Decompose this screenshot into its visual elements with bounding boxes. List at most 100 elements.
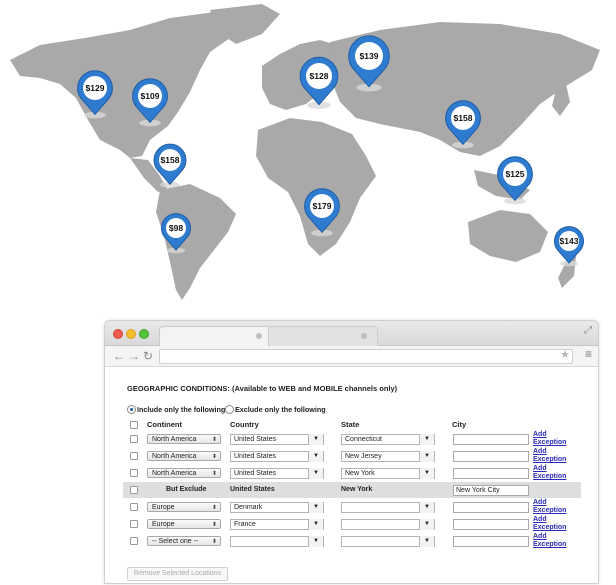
continent-select[interactable]: -- Select one -- ⬍: [147, 536, 221, 546]
column-header-state: State: [341, 420, 360, 429]
dropdown-arrow-icon[interactable]: ▼: [308, 434, 323, 445]
row-checkbox[interactable]: [130, 503, 138, 511]
row-checkbox[interactable]: [130, 435, 138, 443]
tab-close-icon[interactable]: [256, 333, 262, 339]
dropdown-arrow-icon[interactable]: ▼: [308, 519, 323, 530]
select-arrows-icon: ⬍: [211, 505, 217, 511]
browser-tab-inactive[interactable]: [268, 326, 378, 346]
country-combobox[interactable]: United States ▼: [230, 468, 324, 479]
city-input[interactable]: [453, 536, 529, 547]
country-value: United States: [234, 470, 277, 477]
dropdown-arrow-icon[interactable]: ▼: [308, 451, 323, 462]
exclude-radio[interactable]: [225, 405, 234, 414]
city-input[interactable]: [453, 519, 529, 530]
include-radio-label: Include only the following: [137, 405, 226, 414]
dropdown-arrow-icon[interactable]: ▼: [419, 502, 434, 513]
close-window-button[interactable]: [113, 329, 123, 339]
country-combobox[interactable]: ▼: [230, 536, 324, 547]
australia-landmass: [468, 210, 548, 262]
dropdown-arrow-icon[interactable]: ▼: [419, 536, 434, 547]
browser-menu-icon[interactable]: ≡: [585, 347, 592, 361]
country-combobox[interactable]: United States ▼: [230, 434, 324, 445]
state-value: New York: [345, 470, 375, 477]
address-bar[interactable]: [159, 349, 573, 364]
pin-price-label: $139: [360, 51, 379, 61]
pin-price-label: $129: [86, 83, 105, 93]
state-combobox[interactable]: ▼: [341, 536, 435, 547]
title-note: (Available to WEB and MOBILE channels on…: [232, 384, 398, 393]
dropdown-arrow-icon[interactable]: ▼: [419, 519, 434, 530]
state-combobox[interactable]: New Jersey ▼: [341, 451, 435, 462]
add-exception-link[interactable]: Add Exception: [533, 448, 573, 464]
price-map-pin[interactable]: $125: [497, 156, 533, 205]
browser-title-bar: ⤢: [105, 321, 598, 346]
dropdown-arrow-icon[interactable]: ▼: [419, 468, 434, 479]
back-arrow-icon[interactable]: ←: [113, 348, 125, 364]
city-input[interactable]: [453, 468, 529, 479]
country-value: Denmark: [234, 504, 263, 511]
city-input[interactable]: [453, 434, 529, 445]
geographic-conditions-form: GEOGRAPHIC CONDITIONS: (Available to WEB…: [105, 367, 598, 583]
row-checkbox[interactable]: [130, 486, 138, 494]
city-input[interactable]: New York City: [453, 485, 529, 496]
continent-value: North America: [152, 436, 197, 443]
continent-value: Europe: [152, 504, 175, 511]
pin-price-label: $109: [141, 91, 160, 101]
dropdown-arrow-icon[interactable]: ▼: [419, 451, 434, 462]
pin-price-label: $143: [560, 236, 579, 246]
column-header-city: City: [452, 420, 467, 429]
add-exception-link[interactable]: Add Exception: [533, 533, 573, 549]
continent-select[interactable]: North America ⬍: [147, 434, 221, 444]
add-exception-link[interactable]: Add Exception: [533, 516, 573, 532]
continent-select[interactable]: North America ⬍: [147, 451, 221, 461]
dropdown-arrow-icon[interactable]: ▼: [419, 434, 434, 445]
reload-icon[interactable]: ↻: [143, 348, 153, 364]
continent-select[interactable]: North America ⬍: [147, 468, 221, 478]
include-radio[interactable]: [127, 405, 136, 414]
pin-price-label: $125: [506, 169, 525, 179]
fullscreen-icon[interactable]: ⤢: [584, 325, 592, 336]
bookmark-star-icon[interactable]: ★: [560, 348, 570, 361]
price-map-pin[interactable]: $143: [554, 226, 584, 267]
north-america-landmass: [10, 12, 245, 158]
row-checkbox[interactable]: [130, 520, 138, 528]
maximize-window-button[interactable]: [139, 329, 149, 339]
continent-value: North America: [152, 470, 197, 477]
remove-selected-locations-button[interactable]: Remove Selected Locations: [127, 567, 228, 581]
browser-tab-active[interactable]: [159, 326, 273, 346]
pin-price-label: $128: [310, 71, 329, 81]
dropdown-arrow-icon[interactable]: ▼: [308, 502, 323, 513]
continent-select[interactable]: Europe ⬍: [147, 502, 221, 512]
row-checkbox[interactable]: [130, 452, 138, 460]
country-combobox[interactable]: United States ▼: [230, 451, 324, 462]
city-input[interactable]: [453, 502, 529, 513]
add-exception-link[interactable]: Add Exception: [533, 465, 573, 481]
state-value: Connecticut: [345, 436, 382, 443]
row-checkbox[interactable]: [130, 537, 138, 545]
dropdown-arrow-icon[interactable]: ▼: [308, 536, 323, 547]
tab-close-icon[interactable]: [361, 333, 367, 339]
location-row: North America ⬍ United States ▼ New York ▼ Add…: [123, 465, 581, 481]
state-combobox[interactable]: Connecticut ▼: [341, 434, 435, 445]
location-row: -- Select one -- ⬍ ▼ ▼ Add Exception: [123, 533, 581, 549]
state-combobox[interactable]: ▼: [341, 502, 435, 513]
forward-arrow-icon[interactable]: →: [128, 348, 140, 364]
country-combobox[interactable]: Denmark ▼: [230, 502, 324, 513]
location-row: But Exclude United States New York New York…: [123, 482, 581, 498]
country-combobox[interactable]: France ▼: [230, 519, 324, 530]
state-combobox[interactable]: New York ▼: [341, 468, 435, 479]
row-checkbox[interactable]: [130, 469, 138, 477]
browser-toolbar: ← → ↻ ★ ≡: [105, 346, 598, 367]
add-exception-link[interactable]: Add Exception: [533, 431, 573, 447]
add-exception-link[interactable]: Add Exception: [533, 499, 573, 515]
state-combobox[interactable]: ▼: [341, 519, 435, 530]
continent-select[interactable]: Europe ⬍: [147, 519, 221, 529]
country-value: United States: [234, 453, 277, 460]
dropdown-arrow-icon[interactable]: ▼: [308, 468, 323, 479]
pin-price-label: $158: [161, 155, 180, 165]
pin-price-label: $179: [313, 201, 332, 211]
city-input[interactable]: [453, 451, 529, 462]
world-map: $129 $109 $158 $98 $179 $128 $139 $158 $125 $143: [10, 4, 600, 300]
select-all-checkbox[interactable]: [130, 421, 138, 429]
minimize-window-button[interactable]: [126, 329, 136, 339]
